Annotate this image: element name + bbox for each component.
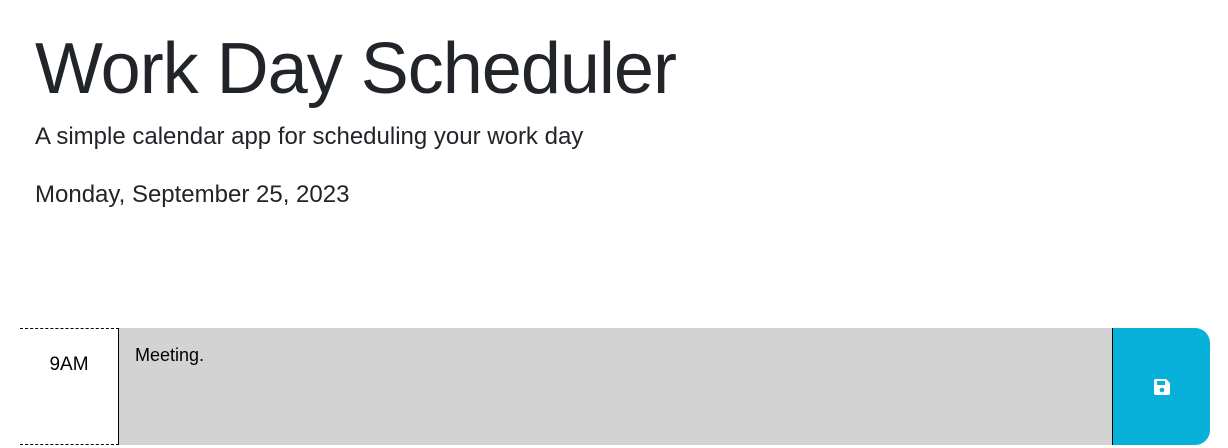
page-title: Work Day Scheduler <box>35 29 677 109</box>
time-block-row: 9AM Meeting. <box>20 328 1210 445</box>
floppy-disk-icon <box>1153 378 1171 396</box>
jumbotron-header: Work Day Scheduler A simple calendar app… <box>35 26 677 210</box>
event-description-input[interactable]: Meeting. <box>119 328 1112 445</box>
scheduler-page: Work Day Scheduler A simple calendar app… <box>0 0 1228 448</box>
save-button[interactable] <box>1112 328 1210 445</box>
hour-label: 9AM <box>20 328 119 445</box>
page-subtitle: A simple calendar app for scheduling you… <box>35 123 584 150</box>
current-day: Monday, September 25, 2023 <box>35 181 350 208</box>
